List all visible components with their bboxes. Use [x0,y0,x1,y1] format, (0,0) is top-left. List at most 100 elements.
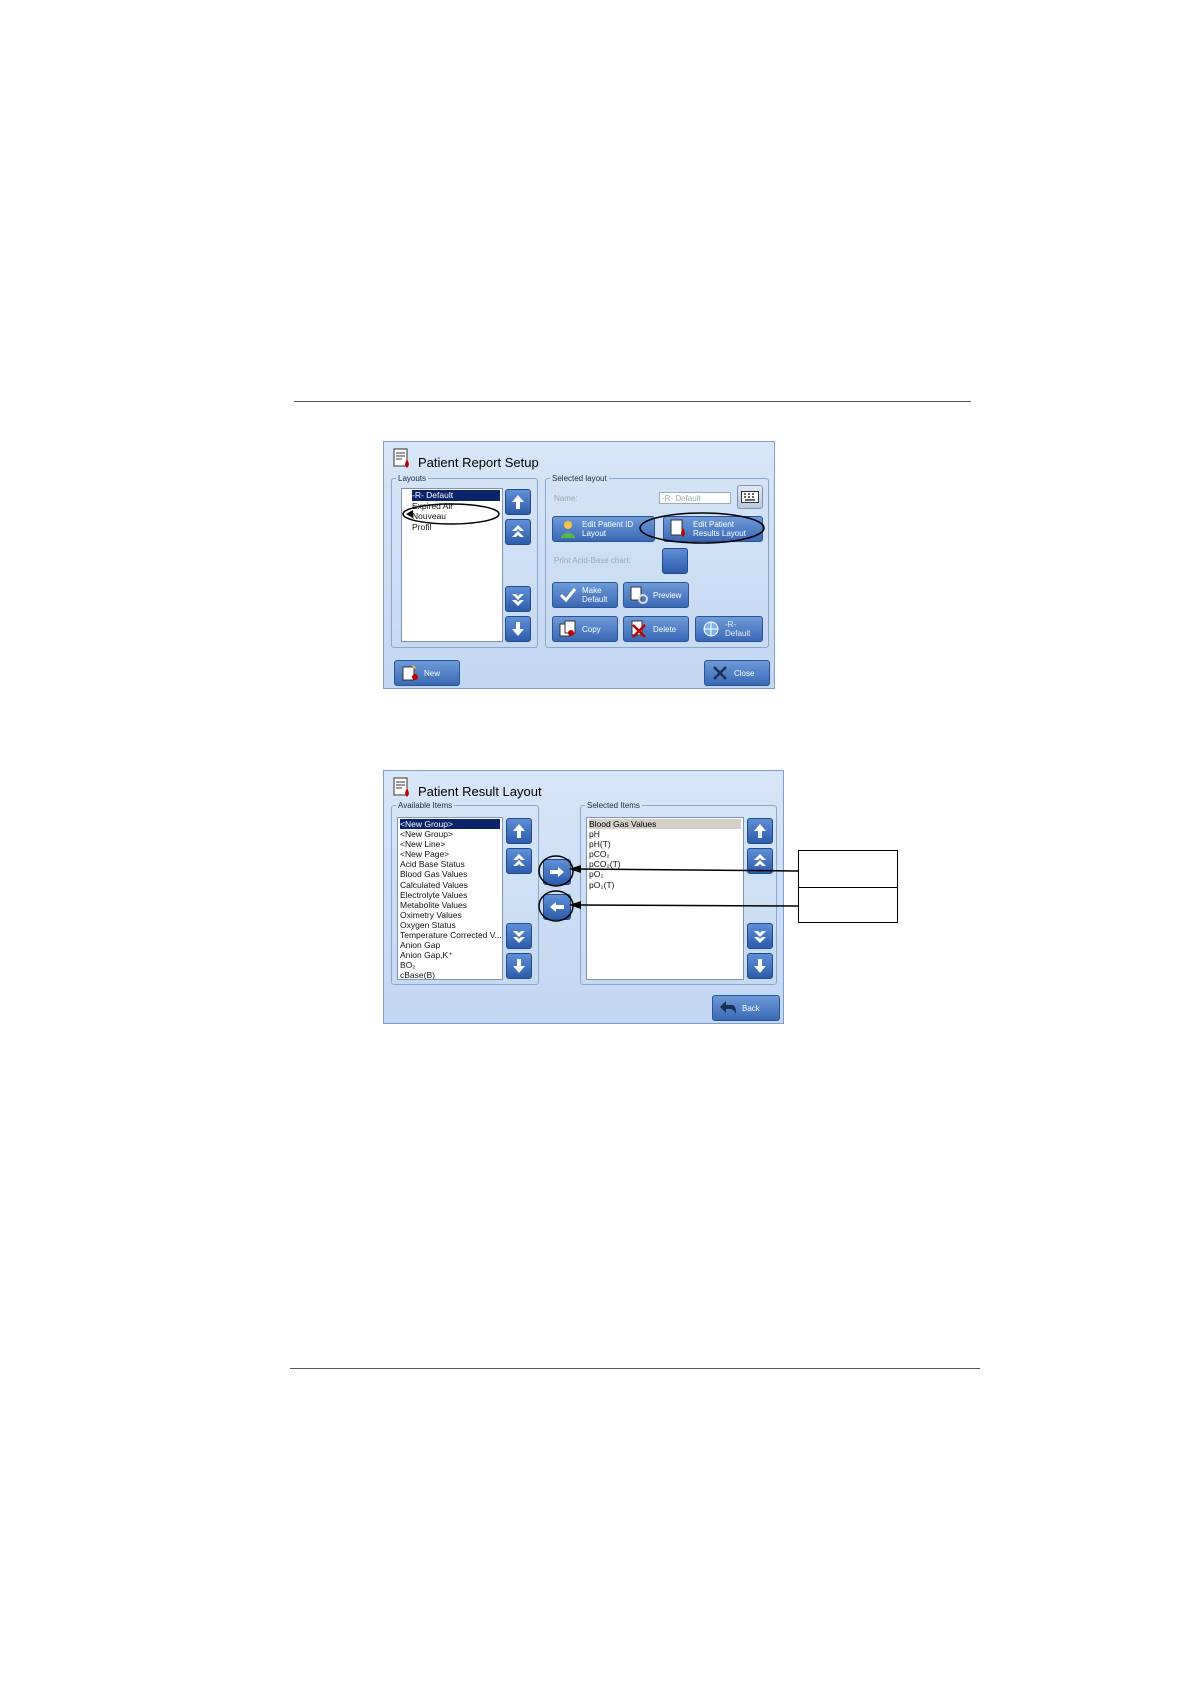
available-move-top-button[interactable] [506,818,532,844]
name-label: Name: [554,494,578,503]
double-chevron-down-icon [513,931,525,943]
list-item[interactable]: Nouveau [412,511,500,522]
copy-icon [559,620,576,637]
copy-button[interactable]: Copy [552,616,618,642]
arrow-up-icon [754,824,766,838]
list-item[interactable]: pH [589,829,741,839]
arrow-up-icon [512,495,524,509]
r-default-button[interactable]: -R- Default [695,616,763,642]
list-item[interactable]: Profil [412,522,500,533]
list-item[interactable]: Temperature Corrected V... [400,930,502,940]
selected-page-down-button[interactable] [747,923,773,949]
remove-item-button[interactable] [543,894,571,920]
window-title: Patient Report Setup [418,455,539,470]
list-item[interactable]: pCO₂ [589,849,741,859]
list-item[interactable]: Anion Gap,K⁺ [400,950,500,960]
back-button[interactable]: Back [712,995,780,1021]
list-item[interactable]: Anion Gap [400,940,500,950]
list-item[interactable]: BO₂ [400,960,500,970]
callout-box-remove [798,887,898,923]
globe-icon [703,621,719,637]
new-button[interactable]: New [394,660,460,686]
move-top-button[interactable] [505,489,531,515]
report-icon [393,777,409,797]
close-button[interactable]: Close [704,660,770,686]
bottom-rule [290,1368,980,1369]
keyboard-icon [741,491,759,503]
checkmark-icon [559,588,577,603]
preview-button[interactable]: Preview [623,582,689,608]
layouts-list[interactable]: -R- Default Expired Air Nouveau Profil [401,488,503,642]
back-arrow-icon [720,1001,736,1014]
arrow-up-icon [513,824,525,838]
move-bottom-button[interactable] [505,616,531,642]
callout-box-add [798,850,898,888]
report-icon [670,519,685,537]
list-item[interactable]: <New Group> [400,819,500,830]
selected-layout-legend: Selected layout [552,474,607,483]
available-page-down-button[interactable] [506,923,532,949]
double-chevron-up-icon [754,854,766,866]
page-up-button[interactable] [505,519,531,545]
delete-button[interactable]: Delete [623,616,689,642]
list-item[interactable]: <New Page> [400,849,500,859]
available-page-up-button[interactable] [506,848,532,874]
add-item-button[interactable] [543,859,571,885]
make-default-label: Make Default [582,586,608,604]
r-default-label: -R- Default [725,620,751,638]
available-items-legend: Available Items [398,801,453,810]
keyboard-button[interactable] [737,485,763,509]
preview-label: Preview [653,590,682,600]
print-acid-base-label: Print Acid-Base chart: [554,556,631,565]
selected-items-list[interactable]: Blood Gas Values pH pH(T) pCO₂ pCO₂(T) p… [586,817,744,980]
list-item[interactable]: <New Line> [400,839,500,849]
list-item[interactable]: pCO₂(T) [589,859,741,869]
available-move-bottom-button[interactable] [506,953,532,979]
list-item[interactable]: Calculated Values [400,880,500,890]
list-item[interactable]: <New Group> [400,829,500,839]
report-icon [393,448,409,468]
arrow-down-icon [512,622,524,636]
list-item[interactable]: pO₂(T) [589,880,741,890]
close-label: Close [734,668,755,678]
list-item[interactable]: Expired Air [412,501,500,512]
edit-patient-results-label: Edit Patient Results Layout [693,520,746,538]
selected-page-up-button[interactable] [747,848,773,874]
list-item[interactable]: pO₂ [589,869,741,879]
selected-move-bottom-button[interactable] [747,953,773,979]
list-item[interactable]: pH(T) [589,839,741,849]
arrow-down-icon [754,959,766,973]
list-item[interactable]: Metabolite Values [400,900,500,910]
copy-label: Copy [582,624,601,634]
print-acid-base-toggle[interactable] [662,548,688,574]
double-chevron-down-icon [754,931,766,943]
list-item[interactable]: -R- Default [412,490,500,501]
new-document-icon [402,665,418,681]
top-rule [294,401,971,402]
patient-report-setup-window: Patient Report Setup Layouts -R- Default… [383,441,775,689]
arrow-left-icon [550,902,564,912]
list-item[interactable]: Electrolyte Values [400,890,500,900]
edit-patient-id-label: Edit Patient ID Layout [582,520,634,538]
list-item[interactable]: cBase(B) [400,970,500,979]
patient-result-layout-window: Patient Result Layout Available Items <N… [383,770,784,1024]
page-down-button[interactable] [505,586,531,612]
edit-patient-id-button[interactable]: Edit Patient ID Layout [552,516,655,542]
window-title: Patient Result Layout [418,784,542,799]
selected-items-legend: Selected Items [587,801,640,810]
make-default-button[interactable]: Make Default [552,582,618,608]
delete-label: Delete [653,624,677,634]
name-field[interactable]: -R- Default [659,492,731,504]
double-chevron-down-icon [512,594,524,606]
list-item[interactable]: Oxygen Status [400,920,500,930]
person-icon [561,521,575,538]
available-items-list[interactable]: <New Group> <New Group> <New Line> <New … [397,817,503,980]
edit-patient-results-button[interactable]: Edit Patient Results Layout [663,516,763,542]
double-chevron-up-icon [512,525,524,537]
list-item[interactable]: Acid Base Status [400,859,500,869]
double-chevron-up-icon [513,854,525,866]
list-item[interactable]: Blood Gas Values [400,869,500,879]
selected-move-top-button[interactable] [747,818,773,844]
list-item[interactable]: Blood Gas Values [589,819,741,830]
list-item[interactable]: Oximetry Values [400,910,500,920]
